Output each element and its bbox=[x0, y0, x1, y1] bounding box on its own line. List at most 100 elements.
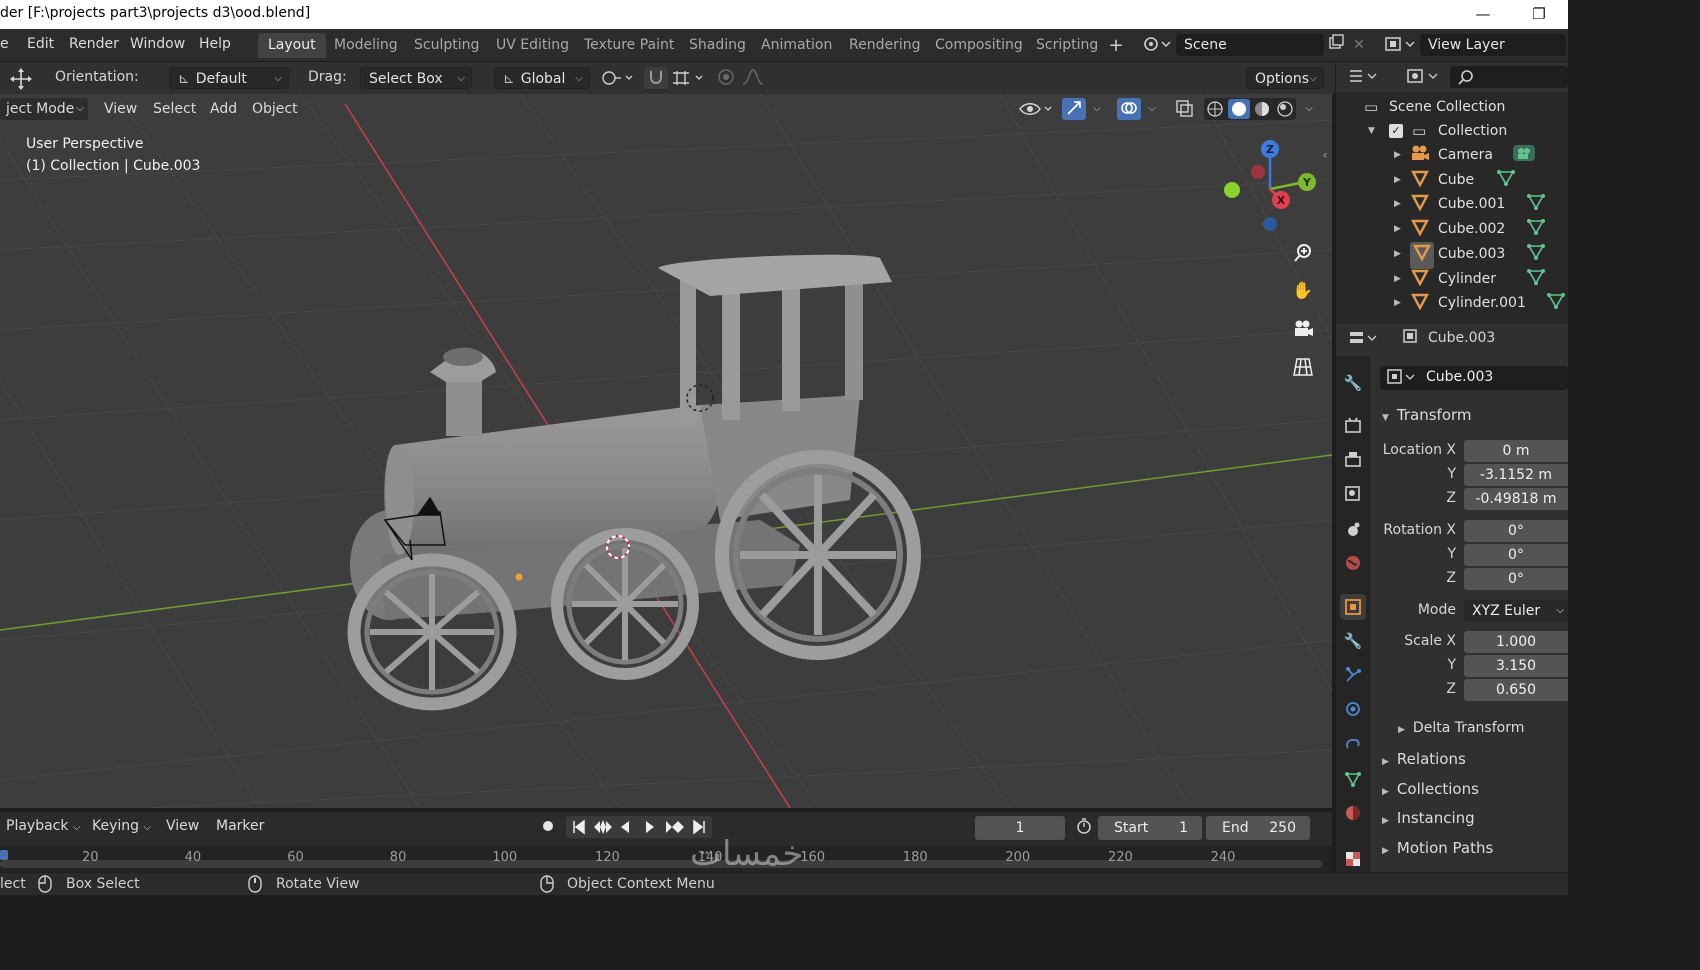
outliner-item[interactable]: ▶ Cylinder bbox=[1336, 267, 1568, 291]
playback-menu[interactable]: Playback ⌵ bbox=[6, 818, 81, 834]
stopwatch-icon[interactable] bbox=[1072, 817, 1096, 839]
scene-selector-icon[interactable] bbox=[1140, 34, 1174, 56]
expand-triangle-icon[interactable]: ▶ bbox=[1394, 217, 1401, 241]
object-tab-icon[interactable] bbox=[1340, 594, 1366, 620]
pivot-point-icon[interactable] bbox=[598, 67, 638, 89]
expand-triangle-icon[interactable]: ▶ bbox=[1394, 242, 1401, 266]
world-tab-icon[interactable] bbox=[1340, 550, 1366, 576]
record-icon[interactable] bbox=[537, 817, 559, 839]
constraints-tab-icon[interactable] bbox=[1340, 730, 1366, 756]
timeline-view-menu[interactable]: View bbox=[166, 818, 199, 834]
tab-animation[interactable]: Animation bbox=[751, 33, 842, 58]
start-frame-field[interactable]: Start 1 bbox=[1098, 816, 1202, 840]
scale-x-field[interactable]: 1.000 bbox=[1464, 631, 1568, 653]
expand-triangle-icon[interactable]: ▶ bbox=[1394, 143, 1401, 167]
texture-tab-icon[interactable] bbox=[1340, 846, 1366, 872]
menu-help[interactable]: Help bbox=[199, 36, 231, 52]
expand-triangle-icon[interactable]: ▶ bbox=[1394, 192, 1401, 216]
playhead[interactable] bbox=[0, 850, 8, 860]
editor-type-icon[interactable] bbox=[1346, 66, 1382, 88]
drag-dropdown[interactable]: Select Box ⌵ bbox=[360, 67, 472, 89]
location-x-field[interactable]: 0 m bbox=[1464, 440, 1568, 462]
delta-transform-section[interactable]: ▶ Delta Transform bbox=[1398, 720, 1524, 736]
minimize-button[interactable]: — bbox=[1468, 3, 1498, 25]
view-layer-field[interactable]: View Layer bbox=[1420, 34, 1566, 56]
outliner-item[interactable]: ▶ Cube.002 bbox=[1336, 217, 1568, 241]
outliner-item[interactable]: ▶ Camera bbox=[1336, 143, 1568, 167]
shading-mode-group[interactable] bbox=[1204, 98, 1296, 120]
delete-scene-icon[interactable]: ✕ bbox=[1350, 34, 1368, 56]
outliner-item[interactable]: ▶ Cube.003 bbox=[1336, 241, 1568, 269]
gizmo-dropdown-icon[interactable]: ⌵ bbox=[1088, 98, 1106, 120]
outliner-item[interactable]: ▶ Cylinder.001 bbox=[1336, 291, 1568, 315]
expand-triangle-icon[interactable]: ▶ bbox=[1394, 291, 1401, 315]
modifier-tab-icon[interactable]: 🔧 bbox=[1340, 628, 1366, 654]
tab-modeling[interactable]: Modeling bbox=[324, 33, 408, 58]
tab-rendering[interactable]: Rendering bbox=[839, 33, 931, 58]
location-z-field[interactable]: -0.49818 m bbox=[1464, 488, 1568, 510]
orientation-dropdown[interactable]: ⊾ Default ⌵ bbox=[169, 67, 289, 89]
transform-orientation-dropdown[interactable]: ⊾ Global ⌵ bbox=[494, 67, 590, 89]
rotation-y-field[interactable]: 0° bbox=[1464, 544, 1568, 566]
outliner-scene-collection[interactable]: ▭ Scene Collection bbox=[1336, 95, 1568, 119]
transform-section-header[interactable]: ▼ Transform bbox=[1382, 406, 1472, 424]
keying-menu[interactable]: Keying ⌵ bbox=[92, 818, 151, 834]
xray-toggle-icon[interactable] bbox=[1172, 98, 1196, 120]
add-workspace-button[interactable]: + bbox=[1106, 35, 1126, 57]
section-relations[interactable]: ▶ Relations bbox=[1382, 750, 1466, 768]
output-tab-icon[interactable] bbox=[1340, 446, 1366, 472]
falloff-icon[interactable] bbox=[740, 67, 776, 89]
menu-render[interactable]: Render bbox=[69, 36, 119, 52]
viewport-menu-add[interactable]: Add bbox=[204, 98, 243, 120]
section-collections[interactable]: ▶ Collections bbox=[1382, 780, 1479, 798]
mode-dropdown[interactable]: ject Mode ⌵ bbox=[0, 98, 88, 120]
pan-hand-icon[interactable]: ✋ bbox=[1288, 276, 1318, 306]
viewport-menu-view[interactable]: View bbox=[98, 98, 143, 120]
scale-y-field[interactable]: 3.150 bbox=[1464, 655, 1568, 677]
section-instancing[interactable]: ▶ Instancing bbox=[1382, 809, 1475, 827]
object-type-icon[interactable] bbox=[1384, 367, 1418, 389]
properties-editor-icon[interactable] bbox=[1346, 328, 1382, 350]
outliner-search-input[interactable] bbox=[1450, 66, 1568, 88]
perspective-toggle-icon[interactable] bbox=[1288, 352, 1318, 382]
zoom-icon[interactable] bbox=[1288, 238, 1318, 268]
tab-uv-editing[interactable]: UV Editing bbox=[486, 33, 579, 58]
menu-edit[interactable]: Edit bbox=[27, 36, 54, 52]
outliner-collection[interactable]: ▼ ✓ ▭ Collection bbox=[1336, 119, 1568, 143]
sidebar-toggle-icon[interactable]: ‹ bbox=[1318, 144, 1332, 166]
snap-target-icon[interactable] bbox=[668, 67, 708, 89]
overlays-toggle-icon[interactable] bbox=[1117, 98, 1141, 120]
marker-menu[interactable]: Marker bbox=[216, 818, 264, 834]
viewport-scene[interactable] bbox=[0, 94, 1332, 808]
outliner-item[interactable]: ▶ Cube bbox=[1336, 168, 1568, 192]
menu-window[interactable]: Window bbox=[130, 36, 185, 52]
tab-texture-paint[interactable]: Texture Paint bbox=[574, 33, 684, 58]
snap-toggle-icon[interactable] bbox=[644, 67, 668, 89]
expand-triangle-icon[interactable]: ▶ bbox=[1394, 267, 1401, 291]
display-mode-icon[interactable] bbox=[1404, 66, 1444, 88]
section-motion-paths[interactable]: ▶ Motion Paths bbox=[1382, 839, 1493, 857]
scale-z-field[interactable]: 0.650 bbox=[1464, 679, 1568, 701]
proportional-edit-icon[interactable] bbox=[714, 67, 738, 89]
checkbox-icon[interactable]: ✓ bbox=[1389, 124, 1403, 138]
physics-tab-icon[interactable] bbox=[1340, 696, 1366, 722]
object-name-field[interactable]: Cube.003 bbox=[1380, 366, 1568, 390]
mesh-data-tab-icon[interactable] bbox=[1340, 766, 1366, 792]
shading-dropdown-icon[interactable]: ⌵ bbox=[1300, 98, 1318, 120]
options-dropdown[interactable]: Options ⌵ bbox=[1246, 67, 1324, 89]
expand-triangle-icon[interactable]: ▶ bbox=[1394, 168, 1401, 192]
scene-tab-icon[interactable] bbox=[1340, 516, 1366, 542]
view-layer-selector-icon[interactable] bbox=[1382, 34, 1418, 56]
menu-file[interactable]: e bbox=[0, 36, 9, 52]
tab-layout[interactable]: Layout bbox=[258, 33, 326, 58]
viewport-menu-select[interactable]: Select bbox=[147, 98, 202, 120]
rotation-mode-dropdown[interactable]: XYZ Euler ⌵ bbox=[1464, 600, 1568, 622]
scene-name-field[interactable]: Scene bbox=[1176, 34, 1324, 56]
outliner-item[interactable]: ▶ Cube.001 bbox=[1336, 192, 1568, 216]
view-layer-tab-icon[interactable] bbox=[1340, 480, 1366, 506]
rotation-x-field[interactable]: 0° bbox=[1464, 520, 1568, 542]
tab-compositing[interactable]: Compositing bbox=[925, 33, 1033, 58]
expand-triangle-icon[interactable]: ▼ bbox=[1368, 119, 1375, 143]
new-scene-icon[interactable] bbox=[1326, 34, 1346, 56]
move-tool-icon[interactable] bbox=[4, 67, 38, 90]
